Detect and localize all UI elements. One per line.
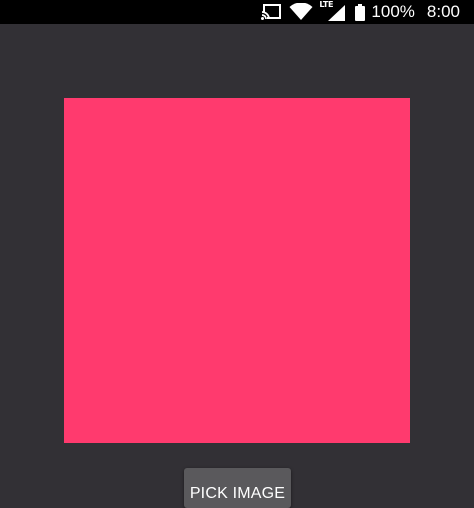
wifi-icon: [289, 3, 313, 21]
status-bar: LTE 100% 8:00: [0, 0, 474, 24]
cell-signal-icon: [328, 5, 346, 21]
cell-signal: LTE: [319, 1, 346, 22]
battery-icon: [355, 3, 366, 21]
image-preview: [64, 98, 410, 443]
cast-icon: [261, 4, 282, 20]
pick-image-button[interactable]: PICK IMAGE: [184, 468, 291, 508]
battery-percentage: 100%: [371, 2, 415, 21]
status-icons: LTE 100% 8:00: [261, 0, 460, 24]
clock: 8:00: [426, 2, 460, 21]
